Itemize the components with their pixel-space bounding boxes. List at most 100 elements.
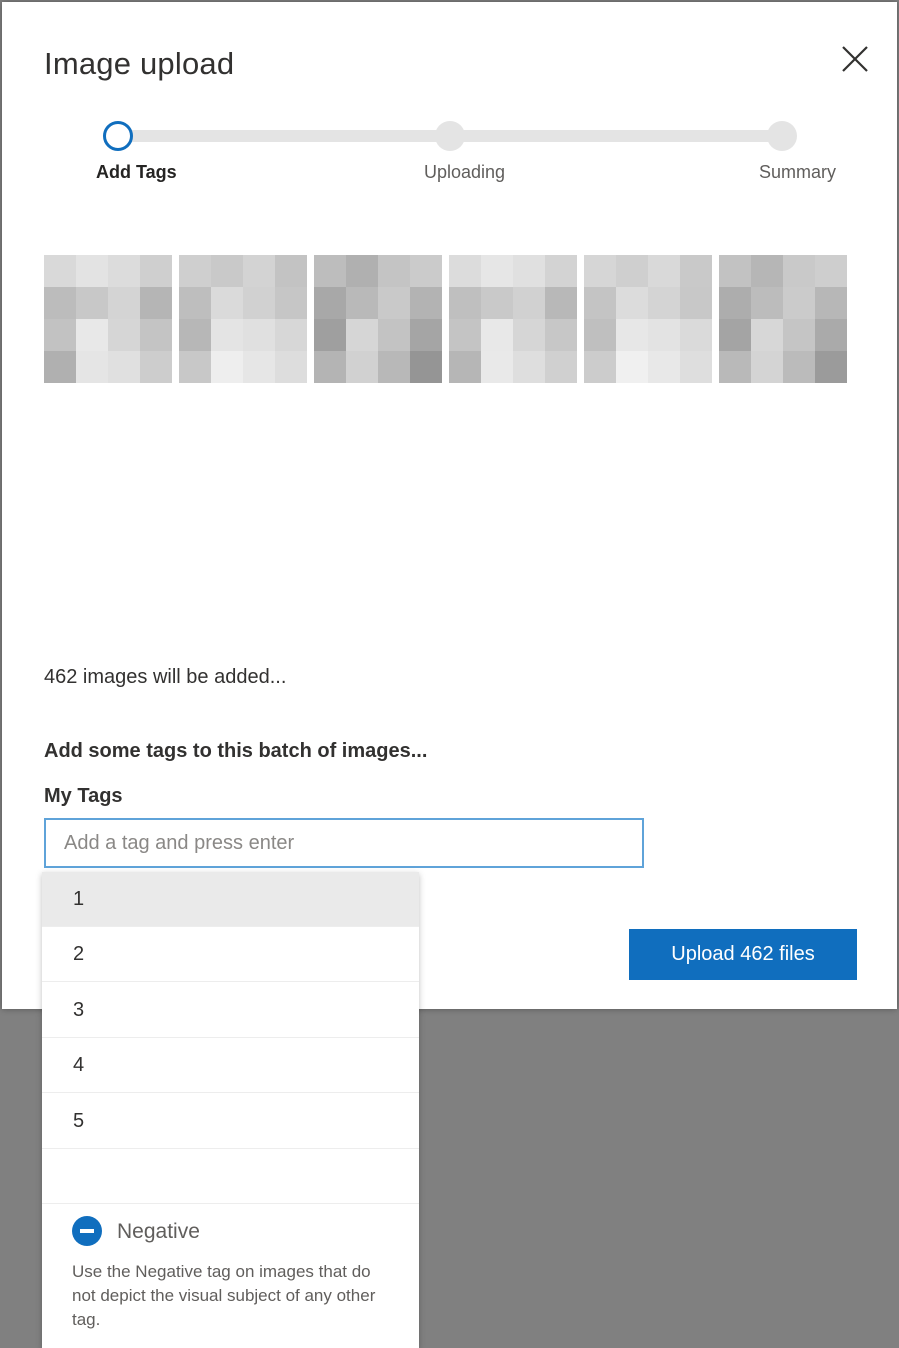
- batch-tags-heading: Add some tags to this batch of images...: [44, 740, 428, 762]
- thumbnail-pixel: [680, 351, 712, 383]
- tag-option-4[interactable]: 4: [42, 1038, 419, 1093]
- thumbnail-pixel: [211, 351, 243, 383]
- thumbnail-pixel: [545, 287, 577, 319]
- thumbnail-pixel: [783, 319, 815, 351]
- thumbnail-pixel: [449, 255, 481, 287]
- step-label-summary: Summary: [759, 162, 837, 182]
- thumbnail-pixel: [481, 287, 513, 319]
- thumbnail-pixel: [346, 255, 378, 287]
- thumbnail-pixel: [378, 287, 410, 319]
- thumbnail-pixel: [179, 319, 211, 351]
- negative-tag-option[interactable]: Negative: [117, 1220, 200, 1244]
- thumbnail-pixel: [449, 351, 481, 383]
- thumbnail-pixel: [648, 319, 680, 351]
- thumbnail-pixel: [314, 351, 346, 383]
- step-dot-summary: [767, 121, 797, 151]
- thumbnail-pixel: [449, 287, 481, 319]
- thumbnail-pixel: [44, 255, 76, 287]
- thumbnail-pixel: [211, 319, 243, 351]
- thumbnail-pixel: [783, 287, 815, 319]
- thumbnail-pixel: [449, 319, 481, 351]
- thumbnail-pixel: [680, 319, 712, 351]
- thumbnail-pixel: [719, 287, 751, 319]
- thumbnail-pixel: [108, 255, 140, 287]
- thumbnail-pixel: [783, 351, 815, 383]
- thumbnail-pixel: [275, 255, 307, 287]
- thumbnail-pixel: [545, 255, 577, 287]
- thumbnail-pixel: [410, 319, 442, 351]
- tag-option-empty[interactable]: [42, 1149, 419, 1204]
- thumbnail-pixel: [378, 255, 410, 287]
- thumbnail-pixel: [783, 255, 815, 287]
- thumbnail-pixel: [410, 255, 442, 287]
- thumbnail-pixel: [513, 351, 545, 383]
- thumbnail-pixel: [616, 319, 648, 351]
- thumbnail-pixel: [179, 351, 211, 383]
- thumbnail-pixel: [584, 255, 616, 287]
- thumbnail-pixel: [584, 351, 616, 383]
- thumbnail-pixel: [275, 319, 307, 351]
- tag-suggestions-dropdown: 1 2 3 4 5 Negative Use the Negative tag …: [42, 872, 419, 1348]
- tag-option-1[interactable]: 1: [42, 872, 419, 927]
- image-thumbnail: [179, 255, 307, 383]
- tag-option-3[interactable]: 3: [42, 983, 419, 1038]
- thumbnail-pixel: [44, 287, 76, 319]
- thumbnail-pixel: [545, 319, 577, 351]
- thumbnail-pixel: [243, 319, 275, 351]
- image-thumbnail: [314, 255, 442, 383]
- upload-files-button[interactable]: Upload 462 files: [629, 929, 857, 980]
- thumbnail-pixel: [751, 351, 783, 383]
- thumbnail-pixel: [648, 255, 680, 287]
- thumbnail-pixel: [314, 287, 346, 319]
- thumbnail-pixel: [680, 287, 712, 319]
- thumbnail-pixel: [211, 255, 243, 287]
- thumbnail-pixel: [680, 255, 712, 287]
- thumbnail-pixel: [815, 287, 847, 319]
- tag-option-2[interactable]: 2: [42, 927, 419, 982]
- image-upload-dialog: Image upload Add Tags Uploading Summary …: [2, 2, 897, 1009]
- thumbnail-pixel: [108, 287, 140, 319]
- close-icon[interactable]: [838, 42, 872, 76]
- thumbnail-pixel: [616, 255, 648, 287]
- thumbnail-pixel: [76, 319, 108, 351]
- thumbnail-pixel: [275, 351, 307, 383]
- thumbnail-pixel: [481, 351, 513, 383]
- thumbnail-pixel: [179, 255, 211, 287]
- image-thumbnail: [584, 255, 712, 383]
- thumbnail-pixel: [616, 351, 648, 383]
- thumbnail-pixel: [346, 319, 378, 351]
- thumbnail-pixel: [378, 319, 410, 351]
- thumbnail-pixel: [140, 319, 172, 351]
- thumbnail-pixel: [243, 351, 275, 383]
- tag-input[interactable]: [44, 818, 644, 868]
- minus-circle-icon[interactable]: [72, 1216, 102, 1246]
- thumbnail-pixel: [719, 255, 751, 287]
- thumbnail-pixel: [648, 287, 680, 319]
- thumbnail-pixel: [751, 255, 783, 287]
- thumbnail-pixel: [584, 287, 616, 319]
- image-thumbnail: [44, 255, 172, 383]
- thumbnail-pixel: [410, 287, 442, 319]
- thumbnail-pixel: [719, 319, 751, 351]
- thumbnail-pixel: [513, 319, 545, 351]
- thumbnail-pixel: [751, 287, 783, 319]
- thumbnail-pixel: [108, 351, 140, 383]
- step-dot-add-tags: [103, 121, 133, 151]
- thumbnail-pixel: [346, 287, 378, 319]
- thumbnail-pixel: [346, 351, 378, 383]
- thumbnail-pixel: [108, 319, 140, 351]
- thumbnail-pixel: [513, 255, 545, 287]
- thumbnail-pixel: [140, 255, 172, 287]
- thumbnail-pixel: [815, 255, 847, 287]
- thumbnail-pixel: [179, 287, 211, 319]
- image-thumbnail: [449, 255, 577, 383]
- thumbnail-pixel: [815, 319, 847, 351]
- negative-tag-description: Use the Negative tag on images that do n…: [72, 1262, 376, 1329]
- thumbnail-pixel: [76, 287, 108, 319]
- thumbnail-pixel: [76, 255, 108, 287]
- tag-option-5[interactable]: 5: [42, 1094, 419, 1149]
- thumbnail-pixel: [481, 255, 513, 287]
- thumbnail-pixel: [140, 287, 172, 319]
- thumbnail-pixel: [616, 287, 648, 319]
- thumbnail-pixel: [751, 319, 783, 351]
